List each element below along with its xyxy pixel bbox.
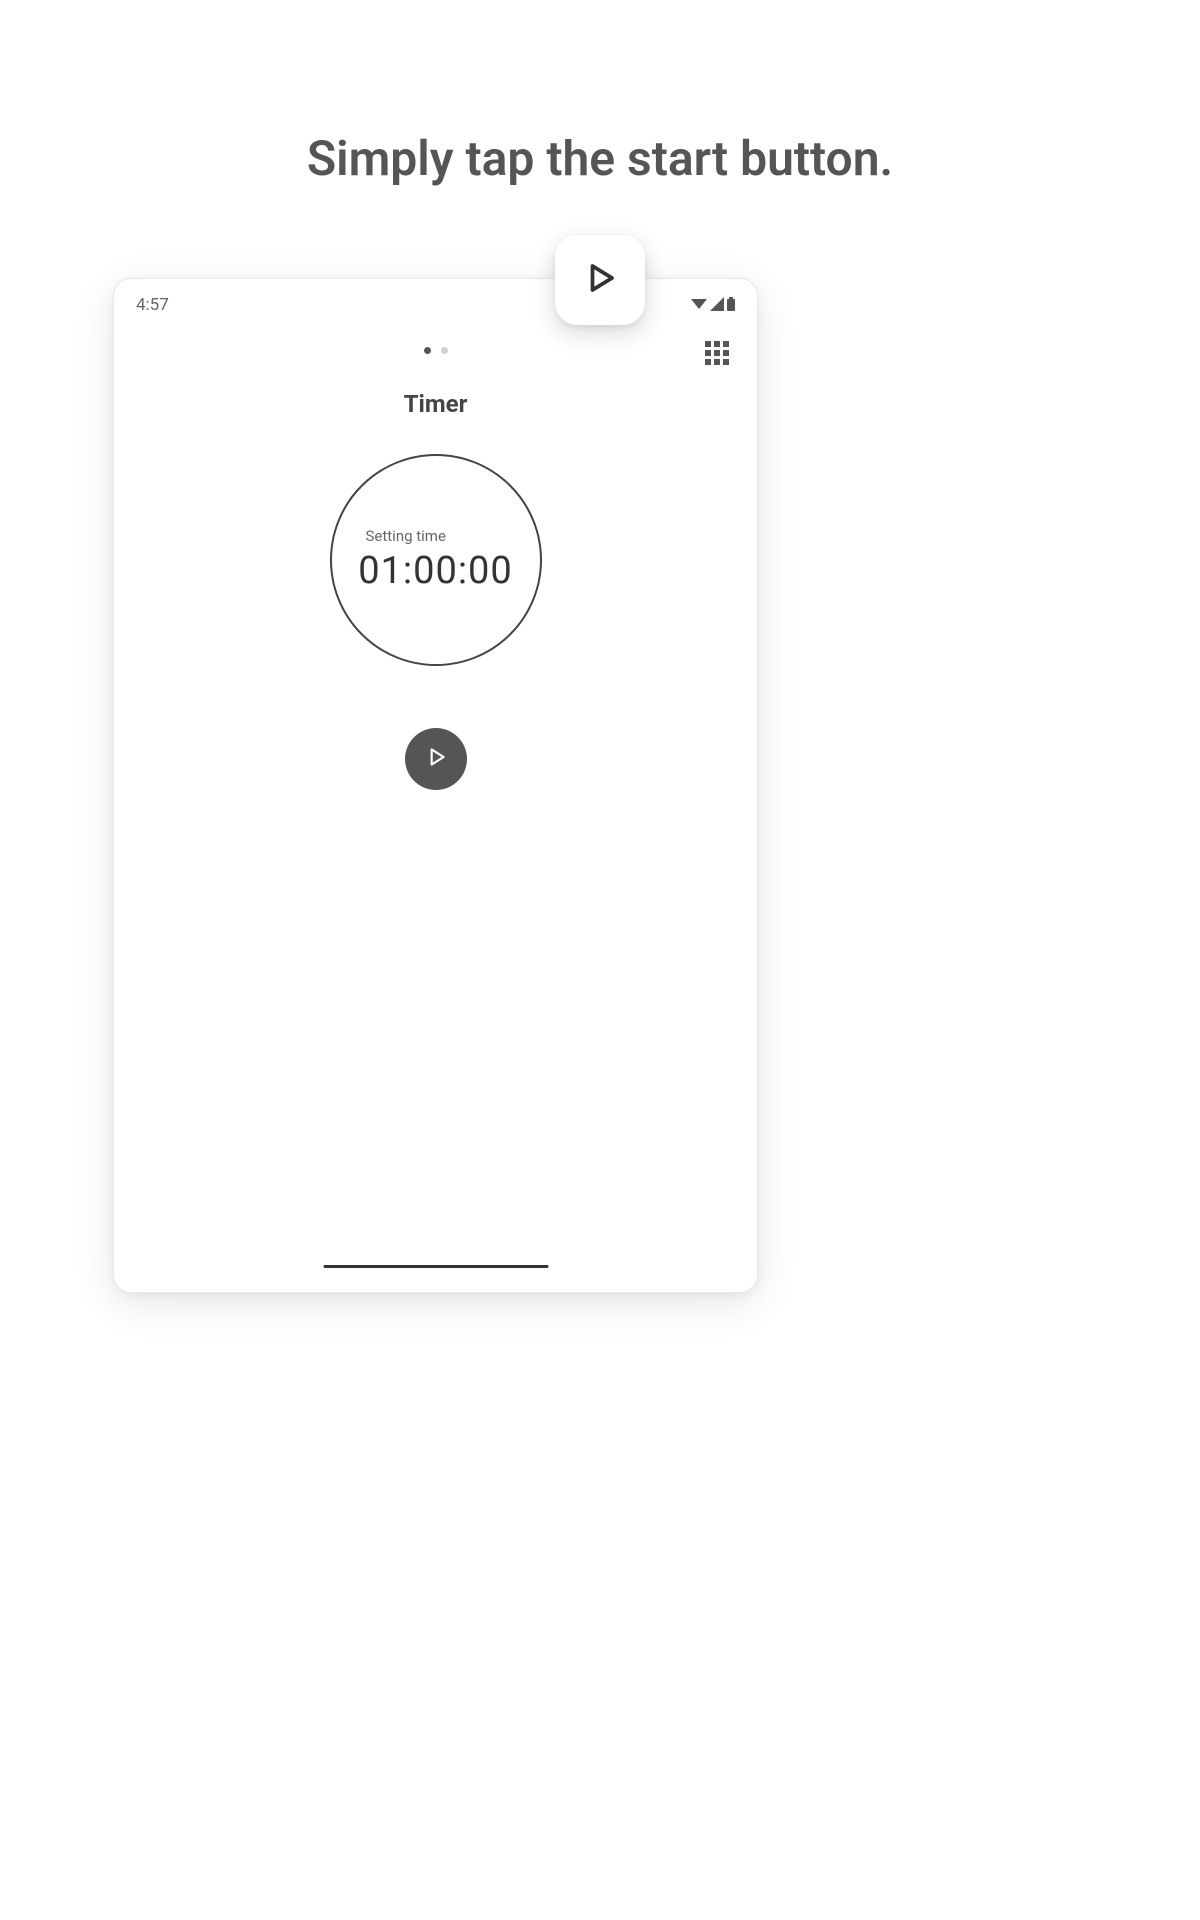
status-time: 4:57 [136, 295, 169, 315]
timer-circle[interactable]: Setting time 01:00:00 [330, 454, 542, 666]
battery-icon [727, 296, 735, 315]
signal-icon [710, 296, 724, 315]
apps-grid-button[interactable] [705, 341, 729, 365]
app-title: Timer [114, 390, 757, 418]
time-display: 01:00:00 [358, 549, 513, 593]
headline-text: Simply tap the start button. [0, 0, 1200, 187]
home-indicator[interactable] [323, 1265, 548, 1268]
status-icons [691, 296, 735, 315]
start-button[interactable] [405, 728, 467, 790]
wifi-icon [691, 296, 707, 315]
page-dot-2[interactable] [441, 347, 448, 354]
floating-play-badge [555, 235, 645, 325]
pagination-dots[interactable] [114, 347, 757, 354]
play-icon [423, 744, 449, 774]
page-dot-1[interactable] [424, 347, 431, 354]
play-icon [582, 260, 618, 300]
status-bar: 4:57 [114, 279, 757, 319]
device-frame: 4:57 Timer Setting time 01:00:00 [113, 278, 758, 1293]
setting-time-label: Setting time [366, 527, 446, 545]
